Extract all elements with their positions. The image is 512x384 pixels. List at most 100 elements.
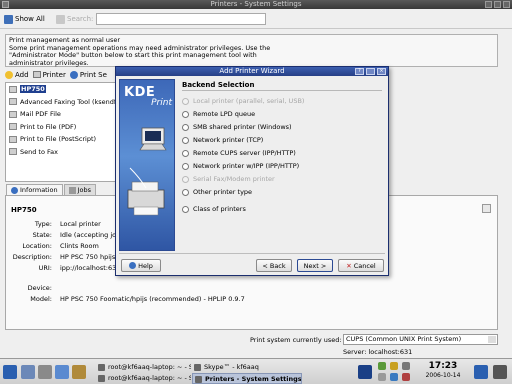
location-label: Location: xyxy=(22,242,52,250)
type-value: Local printer xyxy=(60,220,101,228)
tab-jobs[interactable]: Jobs xyxy=(63,184,97,195)
jobs-icon xyxy=(68,186,76,194)
back-button[interactable]: < Back xyxy=(256,259,292,272)
main-toolbar: Show All Search: xyxy=(0,9,512,29)
option-remote-lpd[interactable]: Remote LPD queue xyxy=(182,108,255,120)
tab-information[interactable]: Information xyxy=(6,184,63,195)
section-title: Backend Selection xyxy=(182,81,255,89)
device-label: Device: xyxy=(27,284,52,292)
help-icon[interactable]: ? xyxy=(355,68,364,75)
task-printers[interactable]: Printers - System Settings xyxy=(192,373,302,384)
grid-icon xyxy=(4,14,13,24)
list-item[interactable]: Print to File (PostScript) xyxy=(6,133,121,146)
tray-battery-icon[interactable] xyxy=(390,362,398,370)
printer-icon xyxy=(9,85,17,93)
uri-value: ipp://localhost:631 xyxy=(60,264,121,272)
tray-power-icon[interactable] xyxy=(402,373,410,381)
files-icon[interactable] xyxy=(72,365,86,379)
add-button[interactable]: Add xyxy=(5,70,29,79)
type-label: Type: xyxy=(34,220,52,228)
model-value: HP PSC 750 Foomatic/hpijs (recommended) … xyxy=(60,295,245,303)
list-item[interactable]: Print to File (PDF) xyxy=(6,121,121,134)
option-smb-printer[interactable]: SMB shared printer (Windows) xyxy=(182,121,292,133)
list-item[interactable]: Mail PDF File xyxy=(6,108,121,121)
minimize-button[interactable] xyxy=(366,68,375,75)
option-class-of-printers[interactable]: Class of printers xyxy=(182,203,246,215)
printer-icon xyxy=(32,71,41,78)
radio-button xyxy=(182,97,189,105)
chevron-down-icon xyxy=(488,336,496,343)
dialog-title: Add Printer Wizard xyxy=(219,67,285,75)
window-title: Printers - System Settings xyxy=(210,0,302,8)
kde-menu-icon[interactable] xyxy=(3,365,17,379)
option-network-tcp[interactable]: Network printer (TCP) xyxy=(182,134,263,146)
search-input[interactable] xyxy=(96,13,266,25)
add-printer-wizard: Add Printer Wizard ? × KDE Print Backend… xyxy=(115,66,389,276)
browser-icon[interactable] xyxy=(55,365,69,379)
print-settings-button[interactable]: Print Se xyxy=(69,70,107,79)
tray-network-icon[interactable] xyxy=(378,362,386,370)
add-icon xyxy=(5,70,13,79)
print-system-select[interactable]: CUPS (Common UNIX Print System) xyxy=(343,334,498,345)
list-item[interactable]: Advanced Faxing Tool (ksendf xyxy=(6,96,121,109)
radio-button xyxy=(182,175,189,183)
ps-icon xyxy=(9,135,17,143)
task-terminal-1[interactable]: root@kf6aaq-laptop: ~ - Sh xyxy=(96,362,191,373)
maximize-button[interactable] xyxy=(494,1,501,8)
clock[interactable]: 17:23 2006-10-14 xyxy=(418,361,468,380)
option-local-printer[interactable]: Local printer (parallel, serial, USB) xyxy=(182,95,304,107)
mail-icon xyxy=(9,110,17,118)
help-icon xyxy=(129,262,137,269)
option-other-type[interactable]: Other printer type xyxy=(182,186,252,198)
uri-label: URI: xyxy=(38,264,52,272)
radio-button xyxy=(182,205,189,213)
help-button[interactable]: Help xyxy=(121,259,161,272)
window-menu-icon[interactable] xyxy=(2,1,9,8)
printer-menu-button[interactable]: Printer xyxy=(32,71,66,79)
task-skype[interactable]: Skype™ - kf6aaq xyxy=(192,362,302,373)
task-terminal-2[interactable]: root@kf6aaq-laptop: ~ - Sh xyxy=(96,373,191,384)
window-titlebar: Printers - System Settings xyxy=(0,0,512,9)
option-remote-cups[interactable]: Remote CUPS server (IPP/HTTP) xyxy=(182,147,296,159)
lock-screen-icon[interactable] xyxy=(493,365,507,379)
clear-icon xyxy=(56,14,65,24)
tray-update-icon[interactable] xyxy=(390,373,398,381)
cancel-icon: ✕ xyxy=(346,261,352,270)
close-button[interactable]: × xyxy=(377,68,386,75)
info-icon xyxy=(11,186,18,194)
radio-button xyxy=(182,123,189,131)
minimize-button[interactable] xyxy=(485,1,492,8)
radio-button xyxy=(182,136,189,144)
settings-icon xyxy=(69,70,78,79)
printer-list: HP750 Advanced Faxing Tool (ksendf Mail … xyxy=(5,82,122,182)
cancel-button[interactable]: ✕ Cancel xyxy=(338,259,384,272)
fax-icon xyxy=(9,98,17,106)
state-label: State: xyxy=(32,231,52,239)
button-divider xyxy=(119,253,385,254)
radio-button xyxy=(182,110,189,118)
radio-button xyxy=(182,162,189,170)
pdf-icon xyxy=(9,123,17,131)
desktop-icon[interactable] xyxy=(21,365,35,379)
clock-time: 17:23 xyxy=(428,361,458,371)
show-all-button[interactable]: Show All xyxy=(4,12,45,26)
close-button[interactable] xyxy=(503,1,510,8)
radio-button xyxy=(182,188,189,196)
show-desktop-icon[interactable] xyxy=(474,365,488,379)
option-network-ipp[interactable]: Network printer w/IPP (IPP/HTTP) xyxy=(182,160,299,172)
radio-button xyxy=(182,149,189,157)
next-button[interactable]: Next > xyxy=(297,259,333,272)
tray-clipboard-icon[interactable] xyxy=(378,373,386,381)
list-item[interactable]: Send to Fax xyxy=(6,146,121,159)
description-label: Description: xyxy=(12,253,52,261)
info-message: Print management as normal user Some pri… xyxy=(5,34,498,67)
terminal-icon[interactable] xyxy=(38,365,52,379)
server-label: Server: localhost:631 xyxy=(343,348,413,356)
computer-printer-illustration xyxy=(127,127,167,216)
eject-icon[interactable] xyxy=(482,204,491,213)
tray-skype-icon[interactable] xyxy=(358,365,372,379)
description-value: HP PSC 750 hpijs xyxy=(60,253,116,261)
list-item[interactable]: HP750 xyxy=(6,83,121,96)
option-serial-fax[interactable]: Serial Fax/Modem printer xyxy=(182,173,275,185)
tray-volume-icon[interactable] xyxy=(402,362,410,370)
